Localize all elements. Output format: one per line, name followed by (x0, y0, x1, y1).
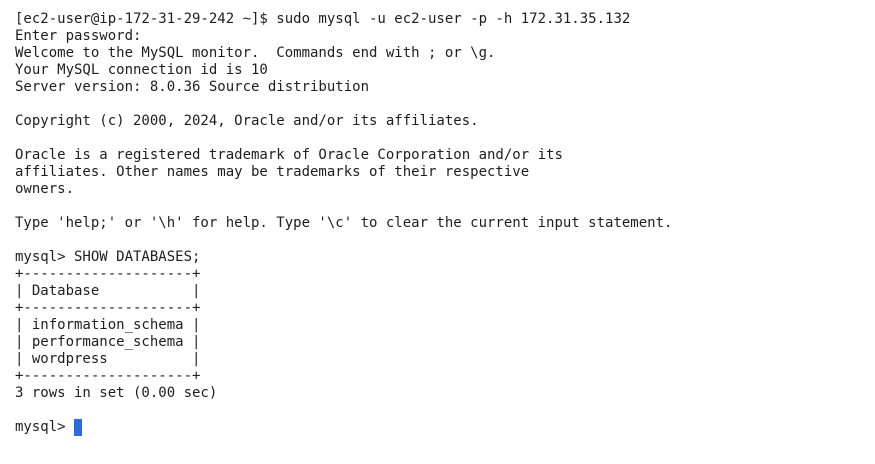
table-row: | information_schema | (15, 317, 201, 333)
terminal-line-help: Type 'help;' or '\h' for help. Type '\c'… (15, 215, 673, 231)
terminal-line-rows-summary: 3 rows in set (0.00 sec) (15, 385, 218, 401)
terminal-line-copyright: Copyright (c) 2000, 2024, Oracle and/or … (15, 113, 479, 129)
terminal-line-command: [ec2-user@ip-172-31-29-242 ~]$ sudo mysq… (15, 11, 631, 27)
terminal-line-password-prompt: Enter password: (15, 28, 142, 44)
table-border-bottom: +--------------------+ (15, 368, 201, 384)
mysql-prompt: mysql> (15, 419, 75, 435)
table-row: | wordpress | (15, 351, 201, 367)
terminal-input-line[interactable]: mysql> (15, 419, 865, 436)
text-cursor (74, 419, 83, 436)
table-border-top: +--------------------+ (15, 266, 201, 282)
terminal-line-trademark-2: affiliates. Other names may be trademark… (15, 164, 530, 180)
table-border-header: +--------------------+ (15, 300, 201, 316)
terminal-line-trademark-3: owners. (15, 181, 75, 197)
terminal-line-server-version: Server version: 8.0.36 Source distributi… (15, 79, 370, 95)
terminal-line-show-databases: mysql> SHOW DATABASES; (15, 249, 201, 265)
terminal-output[interactable]: [ec2-user@ip-172-31-29-242 ~]$ sudo mysq… (15, 11, 865, 436)
table-header-row: | Database | (15, 283, 201, 299)
terminal-line-connection-id: Your MySQL connection id is 10 (15, 62, 268, 78)
table-row: | performance_schema | (15, 334, 201, 350)
terminal-line-welcome: Welcome to the MySQL monitor. Commands e… (15, 45, 496, 61)
terminal-line-trademark-1: Oracle is a registered trademark of Orac… (15, 147, 563, 163)
